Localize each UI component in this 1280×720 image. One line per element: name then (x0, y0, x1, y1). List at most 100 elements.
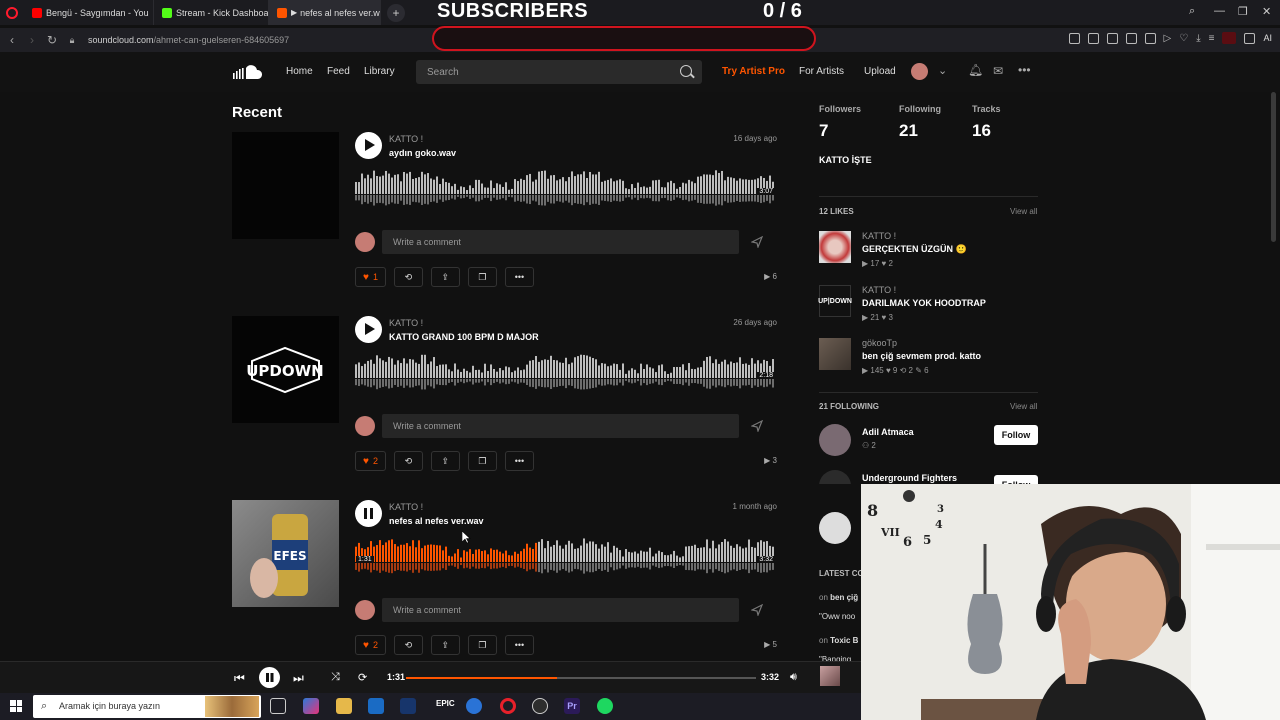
track-artist[interactable]: KATTO ! (389, 502, 423, 512)
track-artwork[interactable]: EFES (232, 500, 339, 607)
scrollbar[interactable] (1271, 92, 1276, 242)
copilot-icon[interactable] (303, 698, 319, 714)
upload-link[interactable]: Upload (864, 66, 896, 77)
task-view-icon[interactable] (270, 698, 286, 714)
stat-tracks-label[interactable]: Tracks (972, 104, 1001, 114)
user-avatar[interactable] (911, 63, 928, 80)
menu-icon[interactable]: ≡ (1209, 33, 1215, 44)
previous-icon[interactable]: ⏮︎ (234, 671, 245, 686)
track-title[interactable]: aydın goko.wav (389, 148, 456, 158)
following-user-name[interactable]: Adil Atmaca (862, 427, 914, 437)
likes-header[interactable]: 12 LIKES (819, 207, 854, 216)
copy-link-button[interactable]: ❐ (467, 267, 497, 287)
premiere-icon[interactable]: Pr (564, 698, 580, 714)
new-tab-button[interactable]: + (387, 3, 405, 22)
shield-icon[interactable] (1125, 32, 1137, 44)
likes-view-all-link[interactable]: View all (1010, 207, 1037, 216)
stat-tracks-value[interactable]: 16 (972, 121, 991, 141)
opera-taskbar-icon[interactable] (500, 698, 516, 714)
epic-games-icon[interactable]: EPIC (436, 699, 455, 708)
for-artists-link[interactable]: For Artists (799, 66, 844, 77)
player-pause-button[interactable] (259, 667, 280, 688)
taskbar-search[interactable]: ⌕ Aramak için buraya yazın (33, 695, 261, 718)
next-icon[interactable]: ⏭︎ (293, 671, 304, 686)
spotify-icon[interactable] (597, 698, 613, 714)
split-view-icon[interactable] (1068, 32, 1080, 44)
send-icon[interactable] (751, 604, 763, 616)
browser-tab-kick[interactable]: Stream - Kick Dashboard (154, 0, 269, 25)
repost-button[interactable]: ⟲ (393, 635, 423, 655)
copy-link-button[interactable]: ❐ (467, 635, 497, 655)
now-playing-artwork[interactable] (820, 666, 840, 686)
copy-link-button[interactable]: ❐ (467, 451, 497, 471)
reload-icon[interactable]: ↻ (42, 33, 62, 47)
track-artwork[interactable]: UPDOWN (232, 316, 339, 423)
follow-button[interactable]: Follow (994, 425, 1038, 445)
nav-home[interactable]: Home (286, 66, 313, 77)
liked-track-title[interactable]: DARILMAK YOK HOODTRAP (862, 298, 986, 308)
shuffle-icon[interactable]: ⤨ (331, 671, 340, 684)
steam-icon[interactable] (400, 698, 416, 714)
player-progress-bar[interactable] (406, 677, 756, 679)
share-button[interactable]: ⇪ (430, 267, 460, 287)
close-window-button[interactable]: ✕ (1262, 5, 1271, 18)
edit-icon[interactable] (1087, 32, 1099, 44)
play-button[interactable] (355, 316, 382, 343)
cube-icon[interactable] (1244, 32, 1256, 44)
following-user-avatar[interactable] (819, 424, 851, 456)
liked-track-artist[interactable]: gökooTp (862, 338, 897, 348)
track-title[interactable]: nefes al nefes ver.wav (389, 516, 484, 526)
comment-input[interactable] (382, 230, 739, 254)
following-view-all-link[interactable]: View all (1010, 402, 1037, 411)
waveform[interactable] (355, 536, 777, 576)
more-button[interactable]: ••• (504, 267, 534, 287)
liked-track-artist[interactable]: KATTO ! (862, 285, 896, 295)
forward-icon[interactable]: › (22, 33, 42, 47)
liked-track-artwork[interactable] (819, 231, 851, 263)
nav-library[interactable]: Library (364, 66, 395, 77)
search-tabs-icon[interactable]: ⌕ (1189, 5, 1195, 18)
stat-followers-label[interactable]: Followers (819, 104, 861, 114)
track-title[interactable]: KATTO GRAND 100 BPM D MAJOR (389, 332, 539, 342)
obs-icon[interactable] (532, 698, 548, 714)
stat-followers-value[interactable]: 7 (819, 121, 828, 141)
play-button[interactable] (355, 132, 382, 159)
following-user-avatar[interactable] (819, 512, 851, 544)
camera-icon[interactable] (1106, 32, 1118, 44)
liked-track-title[interactable]: ben çiğ sevmem prod. katto (862, 351, 981, 361)
comment-track[interactable]: Toxic B (830, 636, 858, 645)
waveform[interactable] (355, 168, 777, 208)
share-button[interactable]: ⇪ (430, 451, 460, 471)
pause-button[interactable] (355, 500, 382, 527)
volume-icon[interactable]: 🔊︎ (790, 671, 797, 684)
soundcloud-logo-icon[interactable] (232, 64, 266, 80)
windows-start-icon[interactable] (10, 700, 22, 712)
track-artist[interactable]: KATTO ! (389, 318, 423, 328)
more-icon[interactable]: ••• (1018, 63, 1031, 77)
browser-tab-soundcloud[interactable]: ▶ nefes al nefes ver.w (269, 0, 381, 25)
minimize-button[interactable]: — (1214, 5, 1225, 17)
like-button[interactable]: ♥ 2 (355, 451, 386, 471)
search-icon[interactable] (680, 65, 692, 77)
repost-button[interactable]: ⟲ (393, 451, 423, 471)
ai-button[interactable]: AI (1263, 33, 1272, 43)
mail-icon[interactable]: ✉ (993, 64, 1003, 78)
browser-tab-youtube[interactable]: Bengü - Saygımdan - You (24, 0, 154, 25)
track-artwork[interactable] (232, 132, 339, 239)
stat-following-value[interactable]: 21 (899, 121, 918, 141)
share-button[interactable]: ⇪ (430, 635, 460, 655)
track-artist[interactable]: KATTO ! (389, 134, 423, 144)
comment-input[interactable] (382, 598, 739, 622)
liked-track-artwork[interactable]: UP|DOWN (818, 285, 852, 317)
back-icon[interactable]: ‹ (2, 33, 22, 47)
bell-icon[interactable]: 🔔︎ (968, 63, 983, 77)
liked-track-item[interactable]: KATTO ! GERÇEKTEN ÜZGÜN 🙂 ▶ 17 ♥ 2 (819, 231, 1038, 277)
heart-icon[interactable]: ♡ (1179, 33, 1188, 44)
like-button[interactable]: ♥ 2 (355, 635, 386, 655)
liked-track-artist[interactable]: KATTO ! (862, 231, 896, 241)
following-user-item[interactable]: Underground Fighters Follow (819, 470, 1038, 484)
file-explorer-icon[interactable] (336, 698, 352, 714)
try-artist-pro-link[interactable]: Try Artist Pro (722, 66, 785, 77)
chevron-down-icon[interactable]: ⌄ (938, 64, 947, 77)
liked-track-artwork[interactable] (819, 338, 851, 370)
